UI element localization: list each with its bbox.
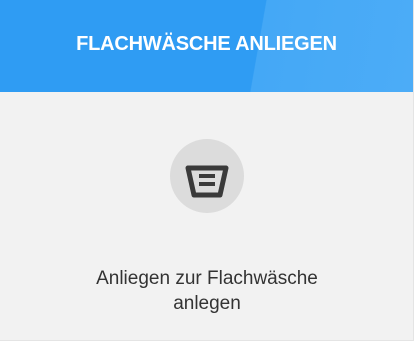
tile-description-line2: anlegen	[173, 293, 241, 314]
icon-circle	[170, 139, 244, 213]
tile-description: Anliegen zur Flachwäsche anlegen	[40, 266, 374, 316]
flachwaesche-anliegen-tile[interactable]: FLACHWÄSCHE ANLIEGEN Anliegen zur Flachw…	[0, 0, 414, 341]
tile-header: FLACHWÄSCHE ANLIEGEN	[0, 0, 413, 92]
laundry-basket-icon	[185, 165, 229, 198]
tile-description-line1: Anliegen zur Flachwäsche	[96, 268, 318, 289]
tile-title: FLACHWÄSCHE ANLIEGEN	[76, 32, 337, 55]
tile-body: Anliegen zur Flachwäsche anlegen	[0, 92, 413, 340]
